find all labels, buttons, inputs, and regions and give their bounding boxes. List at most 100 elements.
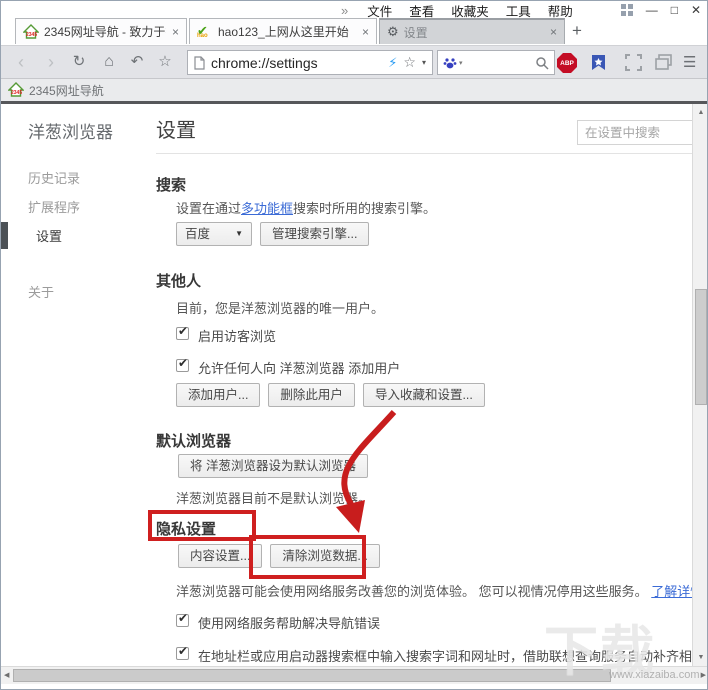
- page-icon: [194, 55, 205, 70]
- url-text[interactable]: chrome://settings: [211, 55, 382, 71]
- section-heading-default-browser: 默认浏览器: [156, 433, 232, 450]
- tab-close-icon[interactable]: ×: [362, 25, 369, 39]
- search-engine-dropdown[interactable]: 百度 ▼: [176, 222, 252, 246]
- tab-hao123[interactable]: ✔ hao hao123_上网从这里开始 ×: [189, 18, 377, 44]
- quick-search-box[interactable]: ▾: [437, 50, 555, 75]
- address-bar[interactable]: chrome://settings ⚡ ☆ ▾: [187, 50, 433, 75]
- page-title: 设置: [156, 120, 196, 142]
- allow-add-user-checkbox-row[interactable]: ✔ 允许任何人向 洋葱浏览器 添加用户: [176, 356, 401, 377]
- bookmark-star-icon[interactable]: ☆: [153, 46, 177, 78]
- menu-file[interactable]: 文件: [367, 1, 392, 20]
- guest-browsing-checkbox-row[interactable]: ✔ 启用访客浏览: [176, 324, 277, 345]
- search-controls: 百度 ▼ 管理搜索引擎...: [176, 222, 370, 246]
- vertical-scroll-thumb[interactable]: [695, 289, 707, 405]
- horizontal-scroll-thumb[interactable]: [13, 669, 611, 682]
- grid-icon[interactable]: [620, 4, 633, 16]
- windows-layout-icon[interactable]: [655, 54, 672, 76]
- new-tab-button[interactable]: +: [572, 21, 582, 41]
- menu-view[interactable]: 查看: [409, 1, 434, 20]
- tab-title: 2345网址导航 - 致力于打: [44, 25, 166, 39]
- sidebar-item-settings[interactable]: 设置: [28, 226, 104, 245]
- collect-bookmark-icon[interactable]: [589, 52, 609, 77]
- privacy-buttons: 内容设置... 清除浏览数据...: [178, 544, 380, 568]
- close-button[interactable]: ✕: [691, 3, 701, 17]
- checkbox-label: 允许任何人向 洋葱浏览器 添加用户: [198, 361, 401, 376]
- menu-favorites[interactable]: 收藏夹: [451, 1, 489, 20]
- checkbox[interactable]: ✔: [176, 356, 189, 372]
- maximize-button[interactable]: □: [671, 3, 678, 17]
- horizontal-scrollbar[interactable]: ◀ ▶: [1, 666, 707, 684]
- bookmark-label: 2345网址导航: [29, 83, 104, 98]
- site-2345-icon: 2345: [8, 82, 24, 98]
- settings-search-input[interactable]: [577, 120, 693, 145]
- dropdown-caret-icon: ▼: [235, 229, 243, 238]
- nav-error-checkbox-row[interactable]: ✔ 使用网络服务帮助解决导航错误: [176, 611, 381, 632]
- add-user-button[interactable]: 添加用户...: [176, 383, 261, 407]
- minimize-button[interactable]: —: [646, 3, 658, 17]
- checkbox-label: 在地址栏或应用启动器搜索框中输入搜索字词和网址时，借助联想查询服务自动补齐相关内…: [198, 649, 708, 664]
- tab-title: hao123_上网从这里开始: [218, 25, 349, 39]
- scroll-right-icon[interactable]: ▶: [701, 671, 706, 679]
- tab-settings[interactable]: ⚙ 设置 ×: [379, 18, 565, 44]
- sidebar-brand: 洋葱浏览器: [28, 123, 113, 142]
- browser-window: » 文件 查看 收藏夹 工具 帮助 — □ ✕ 2345 2345网址导航 - …: [0, 0, 708, 690]
- baidu-paw-icon[interactable]: [443, 56, 457, 70]
- scroll-up-icon[interactable]: ▲: [693, 109, 707, 116]
- forward-icon[interactable]: ›: [39, 46, 63, 78]
- content-settings-button[interactable]: 内容设置...: [178, 544, 263, 568]
- import-bookmarks-settings-button[interactable]: 导入收藏和设置...: [362, 383, 485, 407]
- sidebar-item-extensions[interactable]: 扩展程序: [28, 197, 80, 216]
- checkbox[interactable]: ✔: [176, 644, 189, 660]
- checkbox-label: 使用网络服务帮助解决导航错误: [198, 616, 381, 631]
- tab-2345[interactable]: 2345 2345网址导航 - 致力于打 ×: [15, 18, 187, 44]
- checkmark-icon: ✔: [178, 324, 189, 338]
- favorite-star-icon[interactable]: ☆: [403, 54, 416, 71]
- sidebar-selected-indicator: [1, 222, 8, 249]
- clear-browsing-data-button[interactable]: 清除浏览数据...: [270, 544, 380, 568]
- section-heading-others: 其他人: [156, 273, 202, 290]
- menu-tools[interactable]: 工具: [506, 1, 531, 20]
- checkmark-icon: ✔: [178, 356, 189, 370]
- checkbox[interactable]: ✔: [176, 324, 189, 340]
- settings-main: 设置 搜索 设置在通过多功能框搜索时所用的搜索引擎。 百度 ▼ 管理搜索引擎..…: [156, 104, 707, 666]
- window-controls: — □ ✕: [620, 2, 701, 18]
- delete-user-button[interactable]: 删除此用户: [268, 383, 355, 407]
- bookmark-2345[interactable]: 2345 2345网址导航: [8, 81, 104, 99]
- checkmark-icon: ✔: [178, 611, 189, 625]
- back-icon[interactable]: ‹: [9, 46, 33, 78]
- chevron-down-icon[interactable]: ▾: [459, 59, 463, 67]
- bookmarks-bar: 2345 2345网址导航: [1, 79, 707, 101]
- set-default-browser-button[interactable]: 将 洋葱浏览器设为默认浏览器: [178, 454, 368, 478]
- checkmark-icon: ✔: [178, 644, 189, 658]
- hamburger-menu-icon[interactable]: ☰: [683, 53, 696, 71]
- adblock-plus-icon[interactable]: ABP: [557, 53, 577, 73]
- settings-page: 洋葱浏览器 历史记录 扩展程序 设置 关于 设置 搜索 设置在通过多功能框搜索时…: [1, 104, 707, 666]
- others-description: 目前，您是洋葱浏览器的唯一用户。: [176, 301, 385, 316]
- omnibox-link[interactable]: 多功能框: [241, 201, 293, 216]
- sidebar-item-history[interactable]: 历史记录: [28, 168, 80, 187]
- scroll-left-icon[interactable]: ◀: [4, 671, 9, 679]
- scroll-down-icon[interactable]: ▼: [693, 654, 707, 661]
- gear-icon: ⚙: [387, 24, 399, 39]
- tab-close-icon[interactable]: ×: [550, 25, 557, 39]
- chevron-down-icon[interactable]: ▾: [422, 58, 426, 67]
- home-icon[interactable]: ⌂: [97, 46, 121, 78]
- checkbox-label: 启用访客浏览: [198, 329, 277, 344]
- menu-help[interactable]: 帮助: [548, 1, 573, 20]
- vertical-scrollbar[interactable]: ▲ ▼: [692, 104, 707, 666]
- menu-bar: » 文件 查看 收藏夹 工具 帮助: [341, 1, 573, 19]
- user-buttons: 添加用户... 删除此用户 导入收藏和设置...: [176, 383, 485, 407]
- sidebar-item-about[interactable]: 关于: [28, 282, 54, 301]
- checkbox[interactable]: ✔: [176, 611, 189, 627]
- site-2345-icon: 2345: [23, 23, 39, 40]
- undo-icon[interactable]: ↶: [125, 46, 149, 78]
- lightning-icon[interactable]: ⚡: [388, 55, 397, 71]
- search-description: 设置在通过多功能框搜索时所用的搜索引擎。: [176, 201, 437, 216]
- reload-icon[interactable]: ↻: [67, 46, 91, 78]
- tab-close-icon[interactable]: ×: [172, 25, 179, 39]
- autocomplete-checkbox-row[interactable]: ✔ 在地址栏或应用启动器搜索框中输入搜索字词和网址时，借助联想查询服务自动补齐相…: [176, 644, 708, 665]
- fullscreen-icon[interactable]: [625, 54, 642, 76]
- toolbar-overflow-chevron-icon[interactable]: »: [341, 3, 348, 18]
- search-icon[interactable]: [535, 56, 549, 70]
- manage-search-engines-button[interactable]: 管理搜索引擎...: [260, 222, 370, 246]
